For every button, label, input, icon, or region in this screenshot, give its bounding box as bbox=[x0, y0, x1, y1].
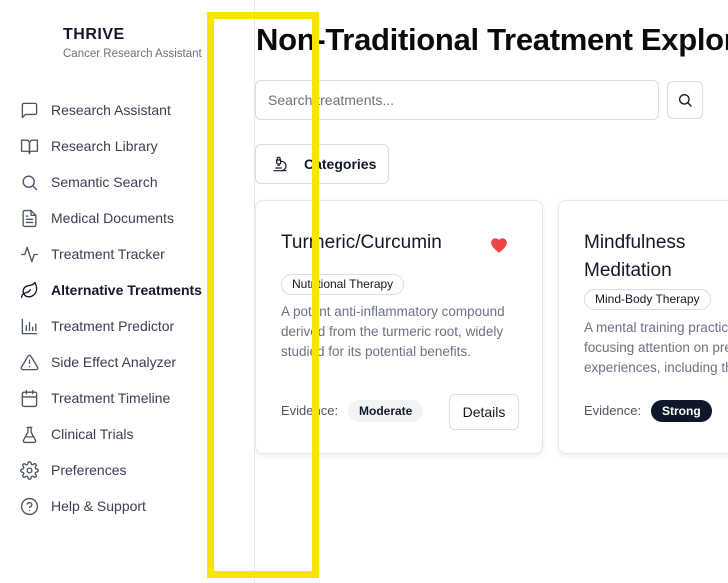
sidebar-item-treatment-tracker[interactable]: Treatment Tracker bbox=[0, 236, 254, 272]
sidebar-item-label: Treatment Predictor bbox=[51, 318, 175, 334]
flask-icon bbox=[19, 424, 39, 444]
file-text-icon bbox=[19, 208, 39, 228]
search-icon bbox=[19, 172, 39, 192]
sidebar-item-clinical-trials[interactable]: Clinical Trials bbox=[0, 416, 254, 452]
search-icon bbox=[679, 94, 692, 107]
sidebar-item-label: Treatment Timeline bbox=[51, 390, 171, 406]
card-title: Mindfulness Meditation bbox=[584, 232, 686, 281]
sidebar-item-research-assistant[interactable]: Research Assistant bbox=[0, 92, 254, 128]
sidebar-nav: Research Assistant Research Library Sema… bbox=[0, 92, 254, 524]
bar-chart-icon bbox=[19, 316, 39, 336]
brand-title: THRIVE bbox=[63, 26, 125, 43]
sidebar-item-treatment-timeline[interactable]: Treatment Timeline bbox=[0, 380, 254, 416]
treatment-card[interactable]: Mindfulness Meditation Mind-Body Therapy… bbox=[558, 200, 728, 454]
sidebar-item-medical-documents[interactable]: Medical Documents bbox=[0, 200, 254, 236]
sidebar-item-research-library[interactable]: Research Library bbox=[0, 128, 254, 164]
sidebar-item-alternative-treatments[interactable]: Alternative Treatments bbox=[0, 272, 254, 308]
gear-icon bbox=[19, 460, 39, 480]
search-input[interactable] bbox=[255, 80, 659, 120]
sidebar-item-treatment-predictor[interactable]: Treatment Predictor bbox=[0, 308, 254, 344]
evidence-label: Evidence: bbox=[584, 403, 642, 418]
message-square-icon bbox=[19, 100, 39, 120]
sidebar-item-label: Treatment Tracker bbox=[51, 246, 165, 262]
categories-label: Categories bbox=[304, 156, 377, 172]
sidebar-item-label: Research Assistant bbox=[51, 102, 171, 118]
main-content: Non-Traditional Treatment Explorer Categ… bbox=[255, 0, 728, 583]
sidebar-item-label: Help & Support bbox=[51, 498, 146, 514]
help-circle-icon bbox=[19, 496, 39, 516]
sidebar-item-side-effect-analyzer[interactable]: Side Effect Analyzer bbox=[0, 344, 254, 380]
category-tag: Mind-Body Therapy bbox=[584, 289, 711, 310]
page-title: Non-Traditional Treatment Explorer bbox=[256, 22, 728, 57]
sidebar-item-label: Medical Documents bbox=[51, 210, 174, 226]
evidence-badge: Moderate bbox=[348, 400, 424, 422]
sidebar-item-label: Preferences bbox=[51, 462, 127, 478]
evidence-label: Evidence: bbox=[281, 403, 339, 418]
sidebar-item-help-support[interactable]: Help & Support bbox=[0, 488, 254, 524]
card-description: A mental training practice that involves… bbox=[584, 320, 728, 375]
sidebar-item-label: Alternative Treatments bbox=[51, 282, 202, 298]
sidebar: THRIVE Cancer Research Assistant Researc… bbox=[0, 0, 255, 583]
sidebar-item-label: Research Library bbox=[51, 138, 158, 154]
heart-icon[interactable] bbox=[490, 237, 508, 253]
calendar-icon bbox=[19, 388, 39, 408]
details-button[interactable]: Details bbox=[449, 394, 519, 430]
search-button[interactable] bbox=[667, 81, 703, 119]
brand: THRIVE Cancer Research Assistant bbox=[63, 26, 202, 60]
evidence-badge: Strong bbox=[651, 400, 712, 422]
sidebar-item-preferences[interactable]: Preferences bbox=[0, 452, 254, 488]
sidebar-item-label: Clinical Trials bbox=[51, 426, 134, 442]
activity-icon bbox=[19, 244, 39, 264]
alert-triangle-icon bbox=[19, 352, 39, 372]
sidebar-item-label: Side Effect Analyzer bbox=[51, 354, 177, 370]
treatment-card[interactable]: Turmeric/Curcumin Nutritional Therapy A … bbox=[255, 200, 543, 454]
book-open-icon bbox=[19, 136, 39, 156]
categories-button[interactable]: Categories bbox=[255, 144, 389, 184]
sidebar-item-semantic-search[interactable]: Semantic Search bbox=[0, 164, 254, 200]
category-tag: Nutritional Therapy bbox=[281, 274, 405, 295]
card-description: A potent anti-inflammatory compound deri… bbox=[281, 304, 505, 359]
sidebar-item-label: Semantic Search bbox=[51, 174, 158, 190]
leaf-icon bbox=[19, 280, 39, 300]
card-title: Turmeric/Curcumin bbox=[281, 232, 442, 253]
microscope-icon bbox=[273, 156, 287, 172]
brand-subtitle: Cancer Research Assistant bbox=[63, 48, 202, 60]
